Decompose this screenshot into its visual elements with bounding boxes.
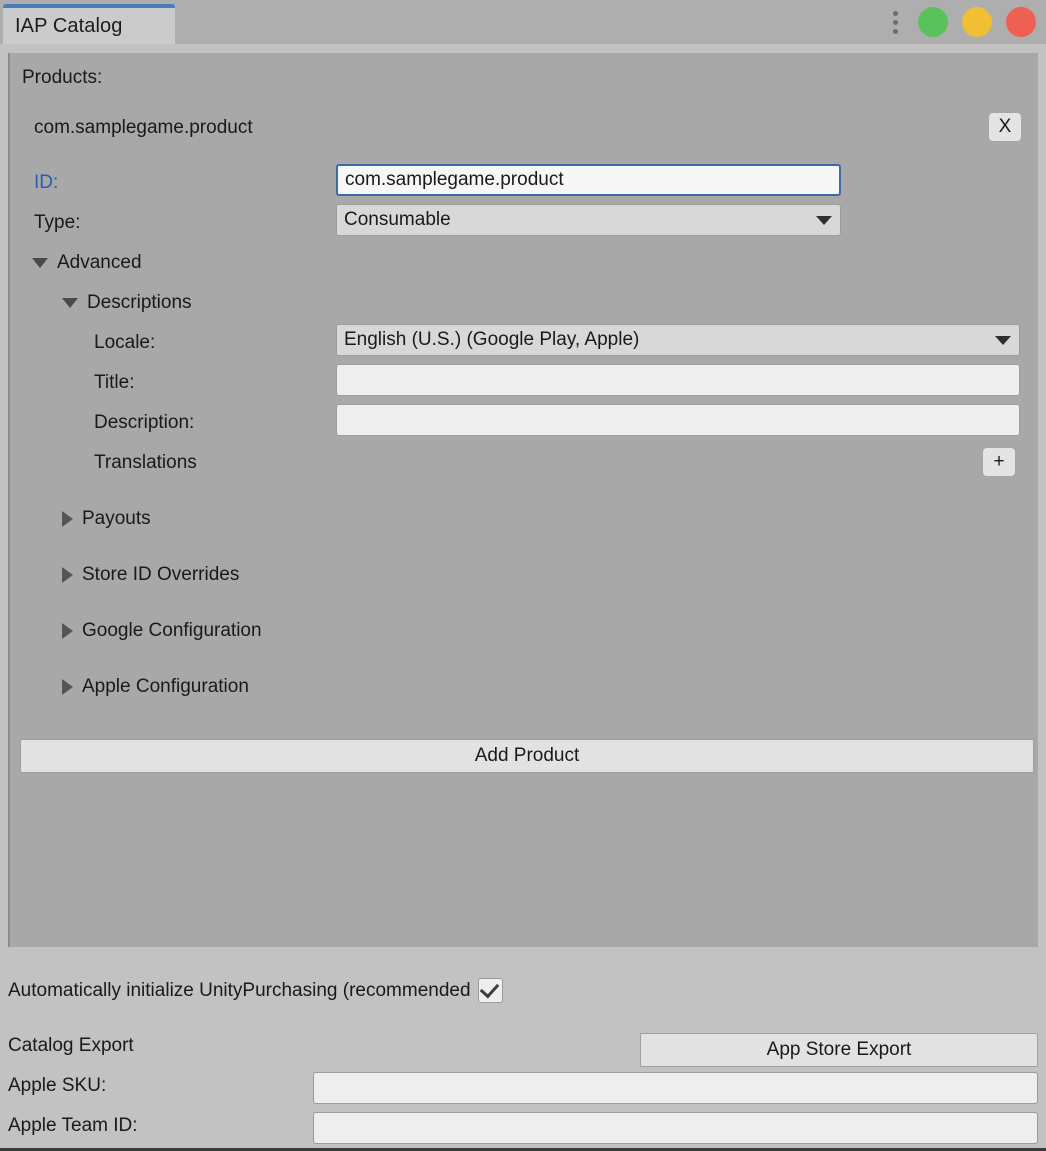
- foldout-descriptions-label: Descriptions: [87, 292, 192, 313]
- app-store-export-label: App Store Export: [766, 1039, 912, 1060]
- locale-value: English (U.S.) (Google Play, Apple): [344, 329, 640, 350]
- chevron-down-icon: [995, 335, 1011, 345]
- triangle-right-icon: [62, 511, 73, 527]
- products-header-label: Products:: [22, 67, 103, 88]
- minimize-button[interactable]: [962, 7, 992, 37]
- foldout-advanced[interactable]: Advanced: [32, 248, 1038, 278]
- auto-initialize-label: Automatically initialize UnityPurchasing…: [8, 979, 471, 1001]
- triangle-right-icon: [62, 679, 73, 695]
- apple-sku-input[interactable]: [313, 1072, 1038, 1104]
- remove-product-button[interactable]: X: [988, 112, 1022, 142]
- foldout-store-id-overrides-label: Store ID Overrides: [82, 564, 240, 585]
- description-label: Description:: [94, 412, 195, 433]
- product-type-label: Type:: [34, 212, 81, 233]
- products-header: Products:: [22, 63, 1038, 93]
- window-titlebar: IAP Catalog: [0, 0, 1046, 44]
- add-product-button[interactable]: Add Product: [20, 739, 1034, 773]
- title-input[interactable]: [336, 364, 1020, 396]
- catalog-export-row: Catalog Export: [8, 1035, 134, 1057]
- remove-product-label: X: [998, 116, 1012, 137]
- triangle-right-icon: [62, 623, 73, 639]
- catalog-export-label: Catalog Export: [8, 1035, 134, 1056]
- close-button[interactable]: [1006, 7, 1036, 37]
- foldout-advanced-label: Advanced: [57, 252, 142, 273]
- app-store-export-button[interactable]: App Store Export: [640, 1033, 1038, 1067]
- apple-team-id-row: Apple Team ID:: [8, 1115, 138, 1137]
- foldout-store-id-overrides[interactable]: Store ID Overrides: [62, 560, 1038, 590]
- product-id-input[interactable]: com.samplegame.product: [336, 164, 841, 196]
- locale-dropdown[interactable]: English (U.S.) (Google Play, Apple): [336, 324, 1020, 356]
- apple-sku-label: Apple SKU:: [8, 1075, 107, 1096]
- iap-catalog-window: IAP Catalog Products: com.samplegame.pro…: [0, 0, 1046, 1151]
- triangle-right-icon: [62, 567, 73, 583]
- auto-initialize-checkbox[interactable]: [477, 978, 503, 1003]
- auto-initialize-row[interactable]: Automatically initialize UnityPurchasing…: [8, 978, 503, 1003]
- foldout-apple-configuration[interactable]: Apple Configuration: [62, 672, 1038, 702]
- foldout-payouts[interactable]: Payouts: [62, 504, 1038, 534]
- product-name-label: com.samplegame.product: [34, 117, 253, 138]
- apple-team-id-label: Apple Team ID:: [8, 1115, 138, 1136]
- product-type-dropdown[interactable]: Consumable: [336, 204, 841, 236]
- foldout-google-configuration-label: Google Configuration: [82, 620, 262, 641]
- product-type-value: Consumable: [344, 209, 451, 230]
- add-product-label: Add Product: [474, 745, 580, 766]
- foldout-apple-configuration-label: Apple Configuration: [82, 676, 249, 697]
- product-id-label: ID:: [34, 172, 59, 193]
- foldout-descriptions[interactable]: Descriptions: [62, 288, 1038, 318]
- apple-team-id-input[interactable]: [313, 1112, 1038, 1144]
- description-input[interactable]: [336, 404, 1020, 436]
- title-label: Title:: [94, 372, 135, 393]
- foldout-payouts-label: Payouts: [82, 508, 151, 529]
- add-translation-label: +: [993, 451, 1005, 472]
- translations-row: Translations: [94, 448, 1038, 478]
- window-controls: [886, 0, 1036, 44]
- chevron-down-icon: [816, 215, 832, 225]
- translations-label: Translations: [94, 452, 197, 473]
- window-content: Products: com.samplegame.product X ID: c…: [0, 44, 1046, 1151]
- tab-label: IAP Catalog: [15, 14, 123, 37]
- add-translation-button[interactable]: +: [982, 447, 1016, 477]
- products-panel[interactable]: Products: com.samplegame.product X ID: c…: [8, 53, 1038, 947]
- locale-label: Locale:: [94, 332, 156, 353]
- triangle-down-icon: [32, 258, 48, 268]
- apple-sku-row: Apple SKU:: [8, 1075, 106, 1097]
- product-entry-title: com.samplegame.product: [34, 113, 1038, 143]
- tab-iap-catalog[interactable]: IAP Catalog: [3, 4, 175, 44]
- three-dots-vertical-icon[interactable]: [886, 9, 904, 35]
- triangle-down-icon: [62, 298, 78, 308]
- foldout-google-configuration[interactable]: Google Configuration: [62, 616, 1038, 646]
- maximize-button[interactable]: [918, 7, 948, 37]
- checkmark-icon: [479, 978, 499, 999]
- product-id-value: com.samplegame.product: [345, 169, 564, 190]
